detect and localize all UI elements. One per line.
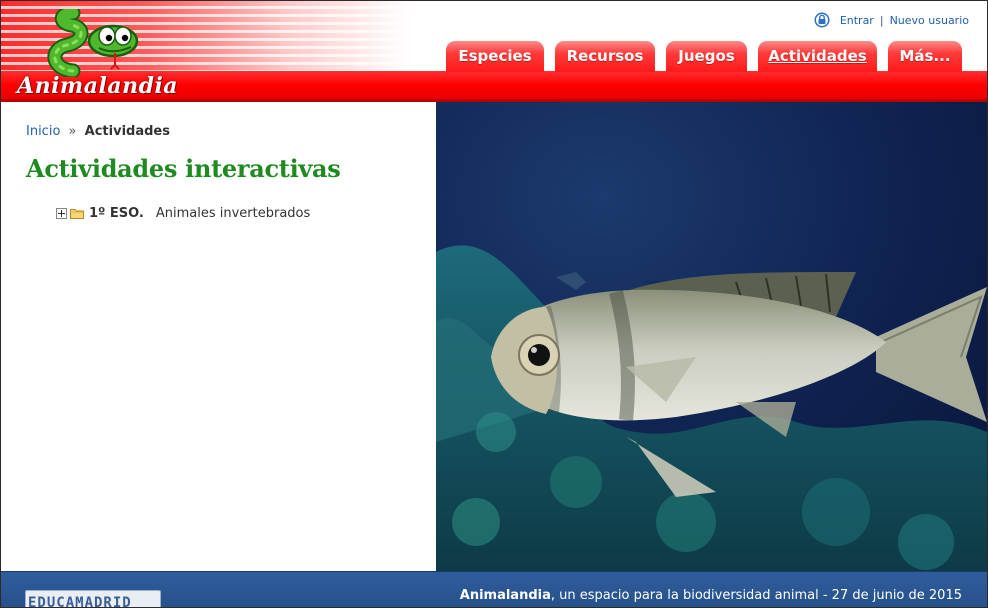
educamadrid-logo[interactable]: EDUCAMADRID bbox=[25, 590, 161, 607]
header-photo-fish bbox=[436, 102, 987, 571]
tab-recursos[interactable]: Recursos bbox=[555, 41, 655, 72]
tab-juegos[interactable]: Juegos bbox=[666, 41, 747, 72]
tab-actividades-label: Actividades bbox=[768, 47, 867, 65]
tree-item-level: 1º ESO. bbox=[89, 206, 144, 221]
page-frame: Animalandia Entrar | Nuevo usuario Espec… bbox=[0, 0, 988, 608]
breadcrumb: Inicio » Actividades bbox=[26, 124, 170, 139]
tab-juegos-label: Juegos bbox=[678, 47, 735, 65]
tree-item[interactable]: 1º ESO. Animales invertebrados bbox=[56, 206, 310, 221]
footer-text: Animalandia, un espacio para la biodiver… bbox=[460, 588, 962, 603]
snake-logo-icon bbox=[47, 9, 139, 77]
tab-mas-label: Más... bbox=[899, 47, 951, 65]
footer-tagline: , un espacio para la biodiversidad anima… bbox=[550, 588, 962, 603]
tab-mas[interactable]: Más... bbox=[888, 41, 962, 72]
login-link[interactable]: Entrar bbox=[840, 14, 874, 27]
breadcrumb-current: Actividades bbox=[84, 124, 170, 139]
tab-actividades[interactable]: Actividades bbox=[758, 41, 877, 72]
breadcrumb-separator: » bbox=[68, 124, 77, 139]
fish-photo-image bbox=[436, 102, 987, 571]
footer-site-name: Animalandia bbox=[459, 588, 551, 603]
folder-icon bbox=[70, 209, 84, 219]
site-logo[interactable]: Animalandia bbox=[17, 9, 187, 99]
tree-item-label[interactable]: Animales invertebrados bbox=[156, 206, 310, 221]
register-link[interactable]: Nuevo usuario bbox=[890, 14, 969, 27]
user-links: Entrar | Nuevo usuario bbox=[814, 12, 969, 28]
site-header: Animalandia Entrar | Nuevo usuario Espec… bbox=[1, 1, 987, 102]
lock-icon bbox=[814, 12, 830, 28]
tab-especies[interactable]: Especies bbox=[446, 41, 544, 72]
user-links-separator: | bbox=[879, 13, 884, 27]
tab-recursos-label: Recursos bbox=[566, 47, 644, 65]
site-footer: EDUCAMADRID Animalandia, un espacio para… bbox=[1, 571, 987, 607]
tab-especies-label: Especies bbox=[458, 47, 532, 65]
logo-text: Animalandia bbox=[17, 73, 179, 99]
breadcrumb-home-link[interactable]: Inicio bbox=[26, 124, 60, 139]
expand-icon[interactable] bbox=[56, 208, 67, 219]
page-title: Actividades interactivas bbox=[26, 154, 341, 183]
main-content: Inicio » Actividades Actividades interac… bbox=[1, 102, 436, 571]
